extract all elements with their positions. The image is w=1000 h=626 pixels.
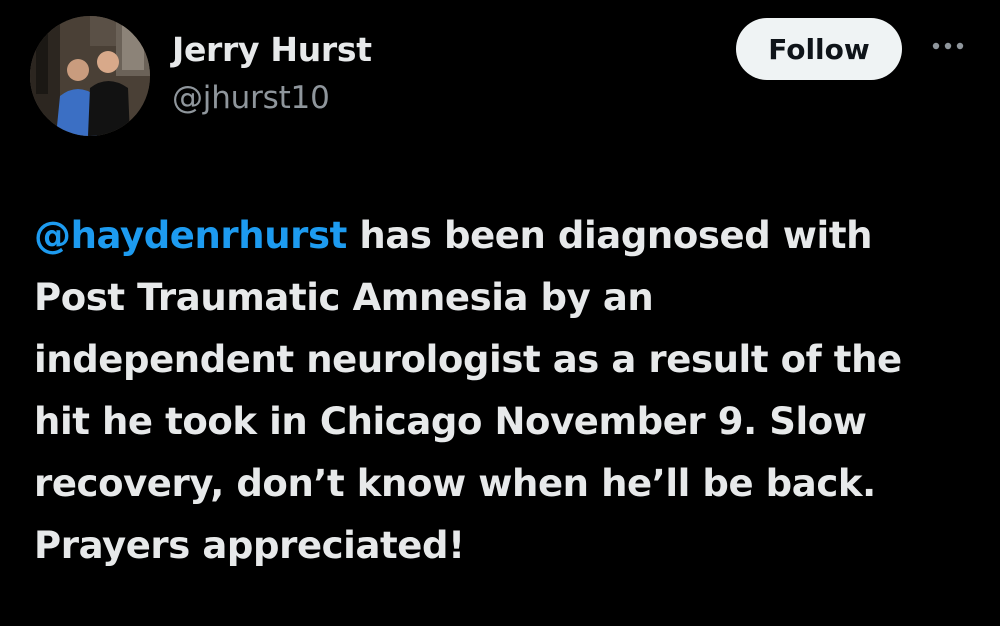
tweet-line: recovery, don’t know when he’ll be back.: [34, 462, 876, 505]
tweet-line: independent neurologist as a result of t…: [34, 338, 902, 381]
follow-button[interactable]: Follow: [736, 18, 902, 80]
tweet-text: @haydenrhurst has been diagnosed with Pos…: [34, 205, 974, 577]
tweet-line: has been diagnosed with: [346, 214, 873, 257]
profile-photo-icon: [30, 16, 150, 136]
author-display-name[interactable]: Jerry Hurst: [172, 30, 372, 69]
more-horizontal-icon[interactable]: [928, 38, 968, 54]
mention-link[interactable]: @haydenrhurst: [34, 214, 347, 257]
avatar[interactable]: [30, 16, 150, 136]
tweet-line: Post Traumatic Amnesia by an: [34, 276, 654, 319]
author-handle[interactable]: @jhurst10: [172, 80, 330, 116]
tweet-line: hit he took in Chicago November 9. Slow: [34, 400, 867, 443]
tweet-line: Prayers appreciated!: [34, 524, 465, 567]
